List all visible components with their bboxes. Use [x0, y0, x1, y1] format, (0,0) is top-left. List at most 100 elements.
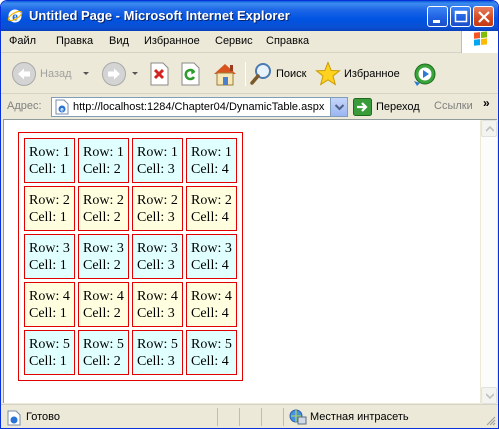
chevron-down-icon	[486, 393, 494, 399]
svg-text:e: e	[12, 9, 18, 24]
cell-row-text: Row: 3	[29, 240, 70, 256]
status-divider	[239, 408, 240, 426]
menu-help[interactable]: Справка	[266, 35, 309, 47]
cell-number-text: Cell: 2	[83, 305, 121, 321]
minimize-button[interactable]	[427, 6, 448, 27]
cell-row-text: Row: 2	[191, 192, 232, 208]
chevron-down-icon	[334, 104, 345, 111]
table-cell: Row: 5 Cell: 4	[186, 330, 237, 375]
table-cell: Row: 4 Cell: 2	[78, 282, 129, 327]
table-cell: Row: 4 Cell: 4	[186, 282, 237, 327]
cell-number-text: Cell: 1	[29, 305, 67, 321]
cell-row-text: Row: 3	[137, 240, 178, 256]
stop-button[interactable]	[148, 60, 170, 88]
vertical-scrollbar[interactable]	[480, 120, 497, 404]
scroll-up-button[interactable]	[481, 120, 497, 137]
table-cell: Row: 3 Cell: 2	[78, 234, 129, 279]
home-button[interactable]	[211, 60, 239, 88]
favorites-button[interactable]: Избранное	[315, 60, 400, 88]
cell-row-text: Row: 4	[83, 288, 124, 304]
cell-number-text: Cell: 4	[191, 161, 229, 177]
forward-dropdown-arrow[interactable]	[132, 72, 138, 75]
table-cell: Row: 3 Cell: 1	[24, 234, 75, 279]
refresh-icon	[181, 62, 200, 86]
cell-row-text: Row: 5	[191, 336, 232, 352]
cell-row-text: Row: 4	[137, 288, 178, 304]
media-button[interactable]	[411, 60, 437, 88]
menu-view[interactable]: Вид	[109, 35, 129, 47]
menu-file[interactable]: Файл	[9, 35, 36, 47]
cell-row-text: Row: 5	[29, 336, 70, 352]
table-row: Row: 1 Cell: 1 Row: 1 Cell: 2 Row: 1 Cell: 3R…	[24, 138, 237, 183]
cell-row-text: Row: 1	[83, 144, 124, 160]
menu-edit[interactable]: Правка	[56, 35, 93, 47]
media-icon	[414, 63, 436, 86]
cell-number-text: Cell: 4	[191, 353, 229, 369]
window-title: Untitled Page - Microsoft Internet Explo…	[29, 8, 290, 23]
table-cell: Row: 5 Cell: 1	[24, 330, 75, 375]
cell-row-text: Row: 5	[137, 336, 178, 352]
table-row: Row: 3 Cell: 1 Row: 3 Cell: 2 Row: 3 Cell: 3R…	[24, 234, 237, 279]
cell-row-text: Row: 1	[191, 144, 232, 160]
links-chevron[interactable]: »	[483, 96, 490, 110]
cell-number-text: Cell: 1	[29, 257, 67, 273]
status-divider	[261, 408, 262, 426]
table-cell: Row: 1 Cell: 1	[24, 138, 75, 183]
toolbar-separator	[245, 62, 246, 86]
stop-icon	[150, 62, 169, 86]
address-dropdown-button[interactable]	[330, 98, 347, 116]
refresh-button[interactable]	[179, 60, 201, 88]
status-divider	[217, 408, 218, 426]
table-cell: Row: 2 Cell: 3	[132, 186, 183, 231]
status-divider	[283, 408, 284, 426]
ie-icon: e	[7, 8, 23, 24]
back-dropdown-arrow[interactable]	[83, 72, 89, 75]
standard-toolbar: Назад Поиск Избранное	[1, 54, 498, 94]
windows-logo-icon	[461, 31, 498, 53]
menu-favorites[interactable]: Избранное	[144, 35, 200, 47]
table-row: Row: 2 Cell: 1 Row: 2 Cell: 2 Row: 2 Cell: 3R…	[24, 186, 237, 231]
close-button[interactable]	[473, 6, 494, 27]
cell-number-text: Cell: 4	[191, 257, 229, 273]
table-cell: Row: 2 Cell: 4	[186, 186, 237, 231]
cell-number-text: Cell: 4	[191, 305, 229, 321]
back-button[interactable]: Назад	[11, 60, 72, 88]
scroll-down-button[interactable]	[481, 387, 497, 404]
address-bar: Адрес: e http://localhost:1284/Chapter04…	[1, 95, 498, 119]
menu-tools[interactable]: Сервис	[215, 35, 253, 47]
cell-number-text: Cell: 1	[29, 161, 67, 177]
forward-button[interactable]	[101, 60, 127, 88]
table-cell: Row: 5 Cell: 2	[78, 330, 129, 375]
cell-row-text: Row: 2	[83, 192, 124, 208]
table-cell: Row: 5 Cell: 3	[132, 330, 183, 375]
table-cell: Row: 1 Cell: 4	[186, 138, 237, 183]
address-input[interactable]: e http://localhost:1284/Chapter04/Dynami…	[51, 97, 348, 117]
cell-row-text: Row: 3	[83, 240, 124, 256]
cell-row-text: Row: 5	[83, 336, 124, 352]
links-label[interactable]: Ссылки	[434, 100, 473, 112]
title-bar[interactable]: e Untitled Page - Microsoft Internet Exp…	[1, 1, 498, 31]
cell-number-text: Cell: 2	[83, 209, 121, 225]
cell-number-text: Cell: 3	[137, 353, 175, 369]
security-zone-label: Местная интрасеть	[310, 411, 409, 423]
cell-row-text: Row: 2	[137, 192, 178, 208]
search-button[interactable]: Поиск	[249, 60, 306, 88]
resize-grip-icon[interactable]	[484, 414, 496, 426]
cell-number-text: Cell: 3	[137, 161, 175, 177]
cell-row-text: Row: 1	[137, 144, 178, 160]
security-zone[interactable]: Местная интрасеть	[289, 409, 409, 425]
favorites-label: Избранное	[344, 68, 400, 80]
cell-row-text: Row: 4	[29, 288, 70, 304]
table-cell: Row: 1 Cell: 2	[78, 138, 129, 183]
back-arrow-icon	[12, 62, 36, 86]
go-label: Переход	[376, 101, 420, 113]
status-text: Готово	[26, 411, 60, 423]
maximize-button[interactable]	[450, 6, 471, 27]
go-arrow-icon	[353, 98, 372, 116]
table-cell: Row: 4 Cell: 1	[24, 282, 75, 327]
cell-row-text: Row: 1	[29, 144, 70, 160]
go-button[interactable]: Переход	[353, 97, 420, 117]
cell-number-text: Cell: 3	[137, 209, 175, 225]
page-content: Row: 1 Cell: 1 Row: 1 Cell: 2 Row: 1 Cell: 3R…	[3, 119, 497, 404]
table-cell: Row: 1 Cell: 3	[132, 138, 183, 183]
